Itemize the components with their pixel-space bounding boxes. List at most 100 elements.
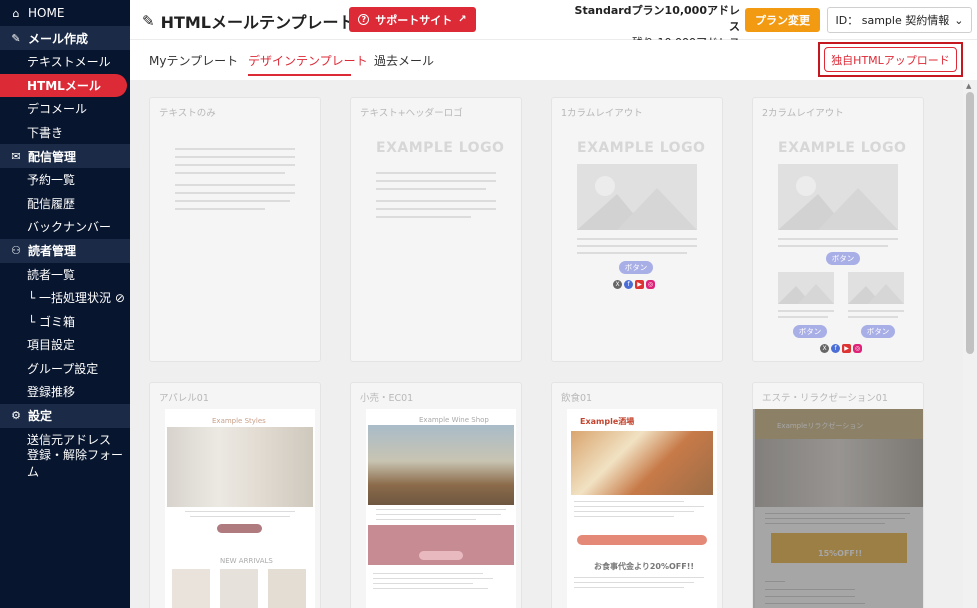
facebook-icon: f bbox=[831, 344, 840, 353]
template-title: 小売・EC01 bbox=[360, 393, 414, 404]
cta-button bbox=[577, 535, 707, 545]
youtube-icon: ▶ bbox=[635, 280, 644, 289]
template-card-2-column[interactable]: 2カラムレイアウト EXAMPLE LOGO ボタン ボタン ボタン X f ▶… bbox=[752, 97, 924, 362]
placeholder-image bbox=[848, 272, 904, 304]
template-title: 1カラムレイアウト bbox=[561, 108, 643, 119]
tab-my-templates[interactable]: Myテンプレート bbox=[149, 52, 238, 69]
template-card-text-header-logo[interactable]: テキスト+ヘッダーロゴ EXAMPLE LOGO bbox=[350, 97, 522, 362]
plan-name: Standardプラン10,000アドレス bbox=[574, 4, 740, 33]
hover-overlay bbox=[753, 409, 923, 608]
sidebar-item-fields[interactable]: 項目設定 bbox=[0, 333, 130, 357]
template-title: 飲食01 bbox=[561, 393, 593, 404]
sidebar-item-history[interactable]: 配信履歴 bbox=[0, 192, 130, 216]
help-circle-icon: ? bbox=[358, 14, 370, 25]
page-title-text: HTMLメールテンプレート bbox=[160, 13, 355, 32]
template-card-text-only[interactable]: テキストのみ bbox=[149, 97, 321, 362]
sidebar-item-backnumber[interactable]: バックナンバー bbox=[0, 215, 130, 239]
sidebar-section-delivery[interactable]: ✉ 配信管理 bbox=[0, 144, 130, 168]
facebook-icon: f bbox=[624, 280, 633, 289]
template-promo: お食事代金より20%OFF!! bbox=[594, 562, 695, 571]
placeholder-button: ボタン bbox=[826, 252, 860, 265]
template-card-1-column[interactable]: 1カラムレイアウト EXAMPLE LOGO ボタン X f ▶ ◎ bbox=[551, 97, 723, 362]
template-card-restaurant[interactable]: 飲食01 Example酒場 お食事代金より20%OFF!! bbox=[551, 382, 723, 608]
account-label: ID： sample 契約情報 bbox=[835, 14, 950, 27]
sidebar-item-reader-list[interactable]: 読者一覧 bbox=[0, 263, 130, 287]
wine-hero-image bbox=[368, 425, 514, 505]
gear-icon: ⚙ bbox=[11, 409, 21, 422]
sidebar-item-groups[interactable]: グループ設定 bbox=[0, 357, 130, 381]
scroll-up-icon[interactable]: ▲ bbox=[966, 82, 971, 90]
template-brand: Example酒場 bbox=[580, 417, 635, 426]
sidebar-item-trash[interactable]: └ ゴミ箱 bbox=[0, 310, 130, 334]
sidebar-section-label: メール作成 bbox=[28, 31, 89, 46]
support-site-button[interactable]: ? サポートサイト ↗ bbox=[349, 7, 476, 32]
tab-bar: Myテンプレート デザインテンプレート 過去メール 独自HTMLアップロード bbox=[130, 40, 977, 80]
template-title: 2カラムレイアウト bbox=[762, 108, 844, 119]
x-icon: X bbox=[820, 344, 829, 353]
page-title: ✎ HTMLメールテンプレート bbox=[142, 9, 355, 33]
food-hero-image bbox=[571, 431, 713, 495]
product-image bbox=[172, 569, 210, 608]
template-title: アパレル01 bbox=[159, 393, 209, 404]
placeholder-image bbox=[778, 272, 834, 304]
social-icons: X f ▶ ◎ bbox=[613, 280, 655, 289]
external-link-icon: ↗ bbox=[458, 14, 467, 25]
product-image bbox=[220, 569, 258, 608]
scrollbar[interactable]: ▲ bbox=[963, 80, 977, 608]
sidebar-item-text-mail[interactable]: テキストメール bbox=[0, 50, 130, 74]
example-logo: EXAMPLE LOGO bbox=[778, 140, 907, 156]
sidebar-item-bulk-status[interactable]: └ 一括処理状況 ⊘ bbox=[0, 286, 130, 310]
tab-design-templates[interactable]: デザインテンプレート bbox=[248, 52, 368, 69]
template-card-apparel[interactable]: アパレル01 Example Styles NEW ARRIVALS bbox=[149, 382, 321, 608]
sidebar-item-trend[interactable]: 登録推移 bbox=[0, 380, 130, 404]
template-brand: Example Styles bbox=[212, 417, 266, 425]
placeholder-button: ボタン bbox=[793, 325, 827, 338]
placeholder-image bbox=[778, 164, 898, 230]
sidebar-home-label: HOME bbox=[28, 6, 65, 20]
template-brand: Example Wine Shop bbox=[419, 416, 489, 424]
placeholder-image bbox=[577, 164, 697, 230]
instagram-icon: ◎ bbox=[853, 344, 862, 353]
html-upload-button[interactable]: 独自HTMLアップロード bbox=[824, 47, 957, 72]
account-dropdown[interactable]: ID： sample 契約情報 ⌄ bbox=[827, 7, 972, 33]
support-site-label: サポートサイト bbox=[375, 13, 453, 27]
apparel-hero-image bbox=[167, 427, 313, 507]
social-icons: X f ▶ ◎ bbox=[820, 344, 862, 353]
sidebar-section-label: 設定 bbox=[28, 409, 53, 423]
sidebar-item-drafts[interactable]: 下書き bbox=[0, 121, 130, 145]
home-icon: ⌂ bbox=[12, 6, 20, 20]
coupon-button bbox=[419, 551, 463, 560]
product-image bbox=[268, 569, 306, 608]
pencil-icon: ✎ bbox=[11, 31, 21, 45]
cta-button bbox=[217, 524, 262, 533]
sidebar-item-html-mail[interactable]: HTMLメール bbox=[0, 73, 127, 97]
sidebar-section-readers[interactable]: ⚇ 読者管理 bbox=[0, 238, 130, 263]
template-title: エステ・リラクゼーション01 bbox=[762, 393, 888, 404]
template-sub-heading: NEW ARRIVALS bbox=[220, 557, 273, 565]
sidebar-section-mail-create[interactable]: ✎ メール作成 bbox=[0, 26, 130, 50]
pencil-icon: ✎ bbox=[142, 12, 155, 30]
sidebar-item-forms[interactable]: 登録・解除フォーム bbox=[0, 448, 130, 479]
chevron-down-icon: ⌄ bbox=[954, 13, 964, 27]
users-icon: ⚇ bbox=[11, 244, 21, 257]
sidebar-item-reservations[interactable]: 予約一覧 bbox=[0, 168, 130, 192]
sidebar-item-deco-mail[interactable]: デコメール bbox=[0, 97, 130, 121]
active-tab-indicator bbox=[248, 74, 351, 76]
mail-icon: ✉ bbox=[11, 149, 21, 163]
youtube-icon: ▶ bbox=[842, 344, 851, 353]
sidebar-section-settings[interactable]: ⚙ 設定 bbox=[0, 403, 130, 428]
scrollbar-thumb[interactable] bbox=[966, 92, 974, 354]
template-card-esthetic[interactable]: エステ・リラクゼーション01 Exampleリラクゼーション 15%OFF!! bbox=[752, 382, 924, 608]
placeholder-button: ボタン bbox=[861, 325, 895, 338]
x-icon: X bbox=[613, 280, 622, 289]
sidebar-home[interactable]: ⌂ HOME bbox=[0, 0, 130, 26]
top-bar: ✎ HTMLメールテンプレート ? サポートサイト ↗ Standardプラン1… bbox=[130, 0, 977, 49]
example-logo: EXAMPLE LOGO bbox=[376, 140, 505, 156]
instagram-icon: ◎ bbox=[646, 280, 655, 289]
example-logo: EXAMPLE LOGO bbox=[577, 140, 706, 156]
plan-change-button[interactable]: プラン変更 bbox=[745, 8, 820, 32]
tab-past-mails[interactable]: 過去メール bbox=[374, 52, 434, 69]
sidebar: ⌂ HOME ✎ メール作成 テキストメール HTMLメール デコメール 下書き… bbox=[0, 0, 130, 608]
template-card-retail-ec[interactable]: 小売・EC01 Example Wine Shop bbox=[350, 382, 522, 608]
template-title: テキスト+ヘッダーロゴ bbox=[360, 108, 463, 119]
